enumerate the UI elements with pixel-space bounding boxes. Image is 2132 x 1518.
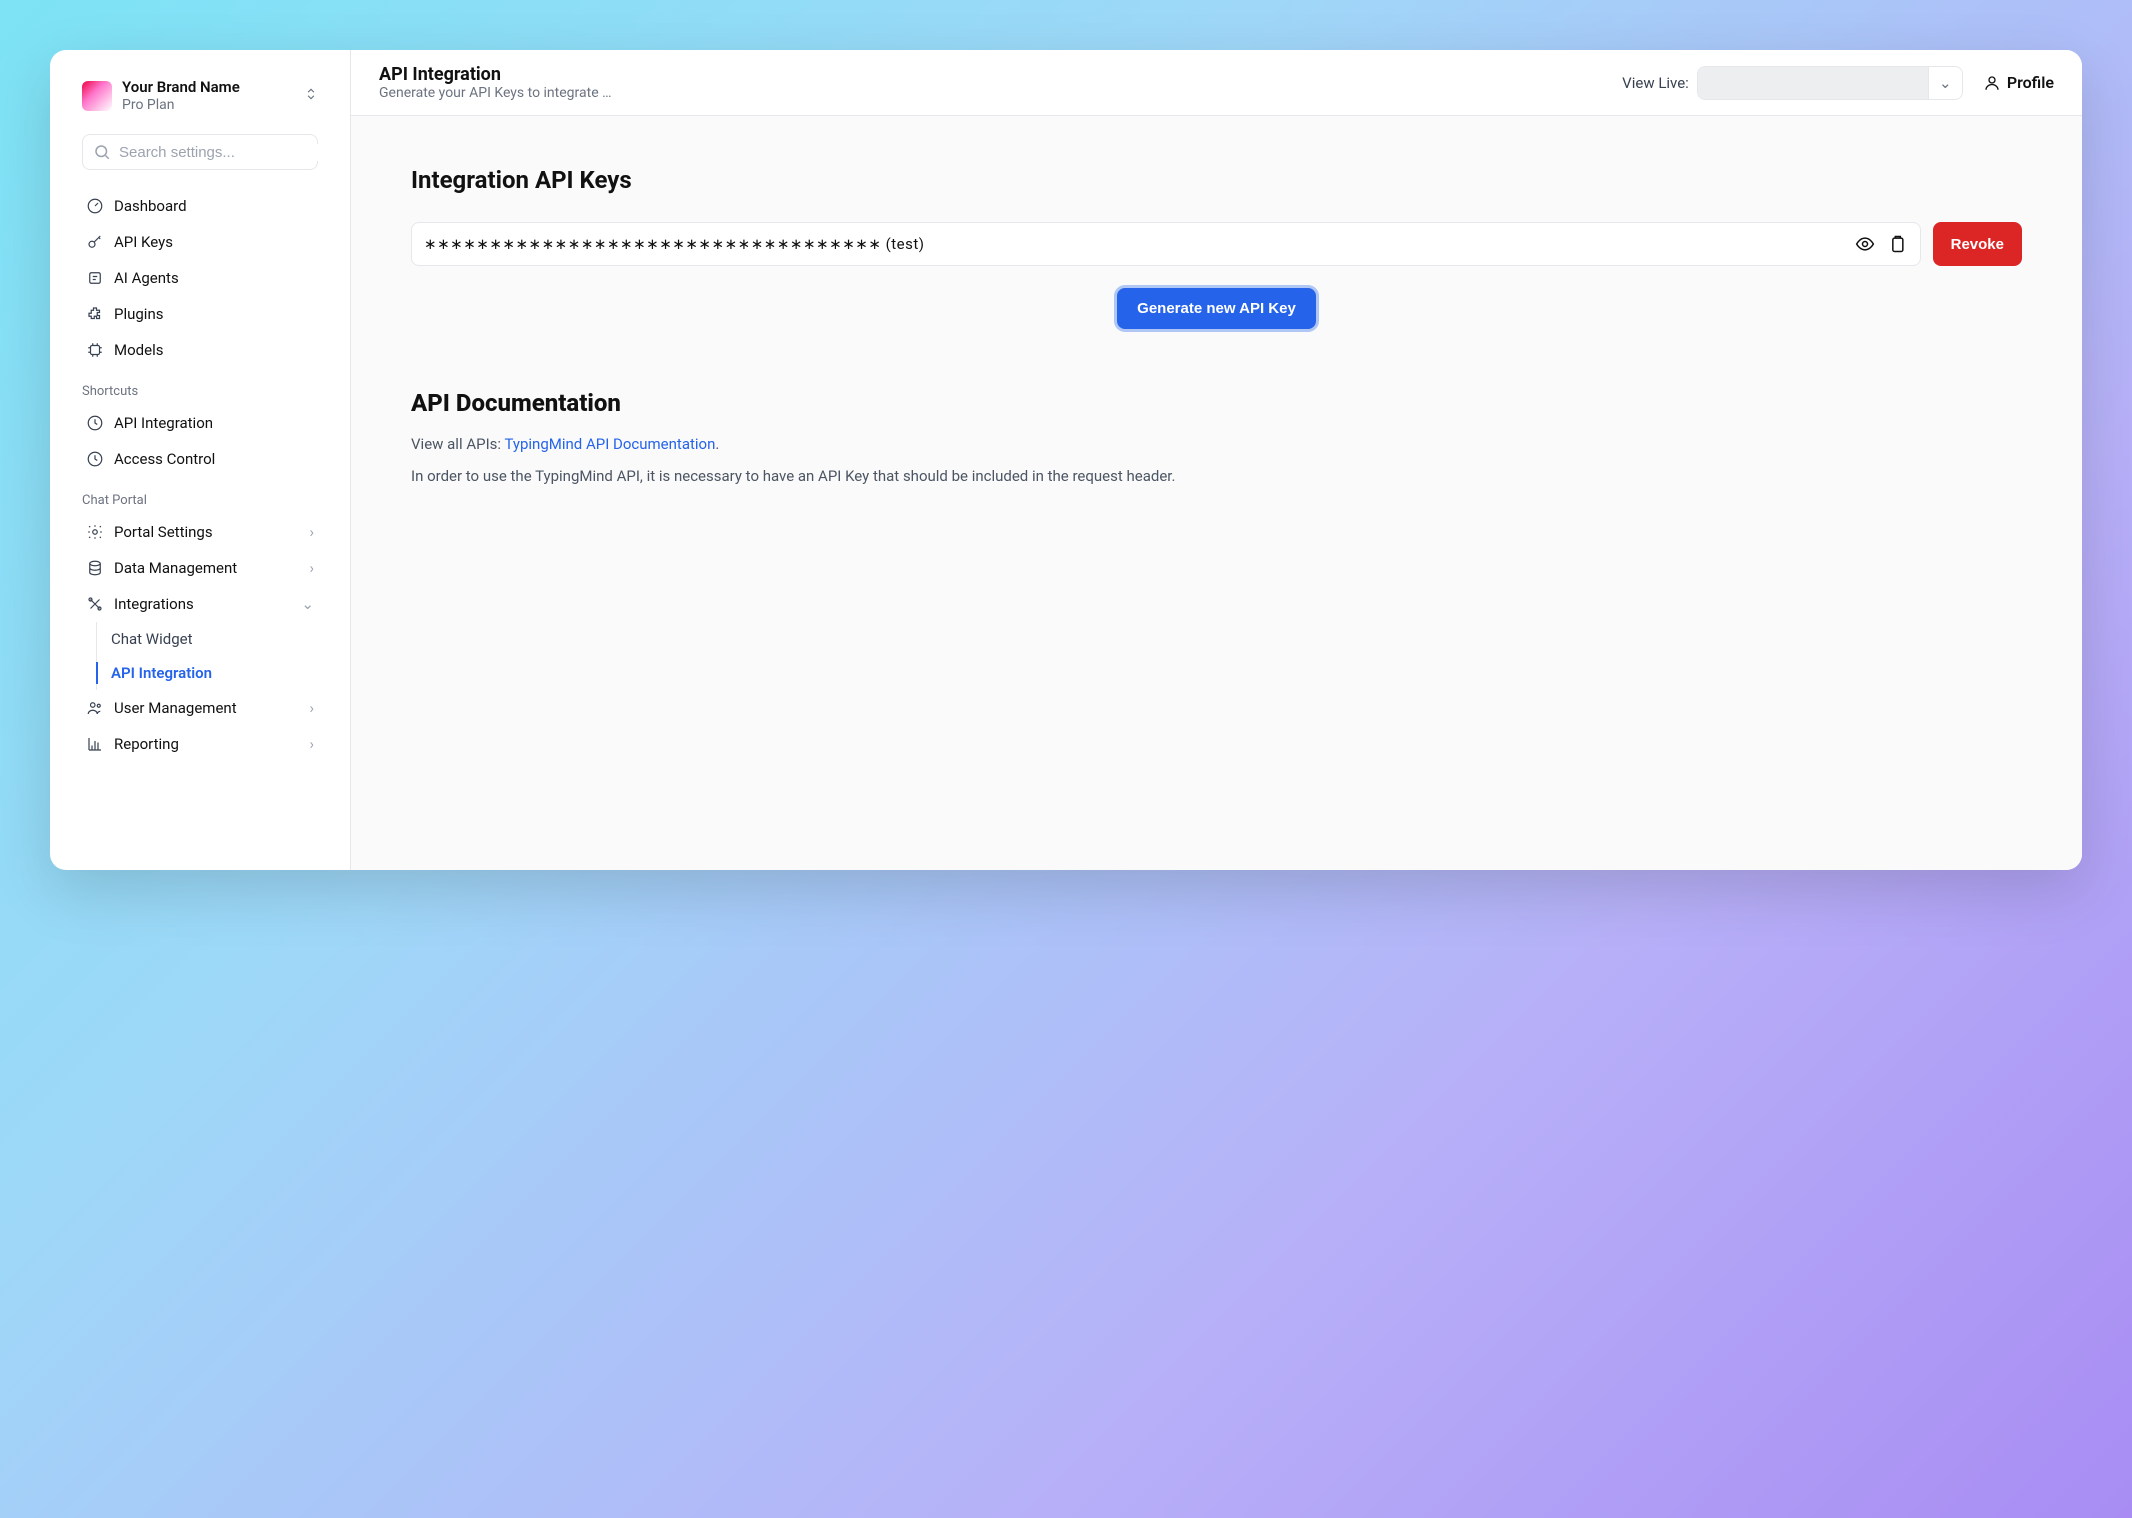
docs-body: In order to use the TypingMind API, it i… bbox=[411, 467, 2022, 485]
puzzle-icon bbox=[86, 305, 104, 323]
search-box[interactable] bbox=[82, 134, 318, 170]
chart-icon bbox=[86, 735, 104, 753]
reveal-key-button[interactable] bbox=[1854, 233, 1876, 255]
eye-icon bbox=[1855, 234, 1875, 254]
profile-button[interactable]: Profile bbox=[1983, 73, 2054, 92]
topbar: API Integration Generate your API Keys t… bbox=[351, 50, 2082, 116]
nav-reporting[interactable]: Reporting › bbox=[74, 726, 326, 762]
chevron-right-icon: › bbox=[309, 559, 314, 577]
app-window: Your Brand Name Pro Plan Dashboard API K… bbox=[50, 50, 2082, 870]
sub-chat-widget[interactable]: Chat Widget bbox=[97, 622, 326, 656]
nav-label: AI Agents bbox=[114, 269, 314, 287]
nav-dashboard[interactable]: Dashboard bbox=[74, 188, 326, 224]
gauge-icon bbox=[86, 197, 104, 215]
section-chatportal-label: Chat Portal bbox=[50, 477, 350, 514]
view-live-label: View Live: bbox=[1622, 74, 1689, 92]
docs-intro-suffix: . bbox=[715, 435, 719, 453]
brand-logo bbox=[82, 81, 112, 111]
sub-api-integration[interactable]: API Integration bbox=[97, 656, 326, 690]
key-icon bbox=[86, 233, 104, 251]
nav-label: API Keys bbox=[114, 233, 314, 251]
nav-models[interactable]: Models bbox=[74, 332, 326, 368]
nav-label: Access Control bbox=[114, 450, 314, 468]
nav-portal-settings[interactable]: Portal Settings › bbox=[74, 514, 326, 550]
view-live-select[interactable]: ⌄ bbox=[1697, 66, 1963, 100]
nav-main: Dashboard API Keys AI Agents Plugins Mod… bbox=[50, 188, 350, 368]
page-title: API Integration bbox=[379, 64, 1602, 85]
user-icon bbox=[1983, 74, 2001, 92]
database-icon bbox=[86, 559, 104, 577]
section-api-keys-title: Integration API Keys bbox=[411, 166, 2022, 194]
nav-data-management[interactable]: Data Management › bbox=[74, 550, 326, 586]
api-key-value: ∗∗∗∗∗∗∗∗∗∗∗∗∗∗∗∗∗∗∗∗∗∗∗∗∗∗∗∗∗∗∗∗∗∗∗ (tes… bbox=[424, 235, 1844, 253]
chevron-down-icon[interactable]: ⌄ bbox=[1928, 67, 1962, 99]
content: Integration API Keys ∗∗∗∗∗∗∗∗∗∗∗∗∗∗∗∗∗∗∗… bbox=[351, 116, 2082, 870]
brand-plan: Pro Plan bbox=[122, 97, 304, 115]
docs-intro-prefix: View all APIs: bbox=[411, 435, 504, 453]
nav-chat-portal: Portal Settings › Data Management › Inte… bbox=[50, 514, 350, 762]
gear-icon bbox=[86, 523, 104, 541]
nav-shortcut-api-integration[interactable]: API Integration bbox=[74, 405, 326, 441]
clipboard-icon bbox=[1887, 234, 1907, 254]
chevron-down-icon: ⌄ bbox=[301, 595, 314, 613]
nav-label: Integrations bbox=[114, 595, 291, 613]
nav-user-management[interactable]: User Management › bbox=[74, 690, 326, 726]
clock-icon bbox=[86, 450, 104, 468]
chevron-right-icon: › bbox=[309, 699, 314, 717]
nav-label: User Management bbox=[114, 699, 299, 717]
view-live: View Live: ⌄ bbox=[1622, 66, 1963, 100]
agent-icon bbox=[86, 269, 104, 287]
nav-label: Plugins bbox=[114, 305, 314, 323]
chevron-right-icon: › bbox=[309, 735, 314, 753]
chevron-right-icon: › bbox=[309, 523, 314, 541]
nav-shortcuts: API Integration Access Control bbox=[50, 405, 350, 477]
api-key-field: ∗∗∗∗∗∗∗∗∗∗∗∗∗∗∗∗∗∗∗∗∗∗∗∗∗∗∗∗∗∗∗∗∗∗∗ (tes… bbox=[411, 222, 1921, 266]
brand-text: Your Brand Name Pro Plan bbox=[122, 78, 304, 114]
nav-api-keys[interactable]: API Keys bbox=[74, 224, 326, 260]
search-input[interactable] bbox=[119, 144, 318, 161]
clock-icon bbox=[86, 414, 104, 432]
docs-link[interactable]: TypingMind API Documentation bbox=[504, 435, 715, 453]
search-icon bbox=[93, 143, 111, 161]
revoke-button[interactable]: Revoke bbox=[1933, 222, 2022, 266]
nav-label: API Integration bbox=[114, 414, 314, 432]
brand-switcher[interactable]: Your Brand Name Pro Plan bbox=[50, 78, 350, 134]
nav-ai-agents[interactable]: AI Agents bbox=[74, 260, 326, 296]
nav-label: Data Management bbox=[114, 559, 299, 577]
view-live-field[interactable] bbox=[1698, 67, 1928, 99]
nav-label: Portal Settings bbox=[114, 523, 299, 541]
nav-plugins[interactable]: Plugins bbox=[74, 296, 326, 332]
section-shortcuts-label: Shortcuts bbox=[50, 368, 350, 405]
sidebar: Your Brand Name Pro Plan Dashboard API K… bbox=[50, 50, 350, 870]
copy-key-button[interactable] bbox=[1886, 233, 1908, 255]
profile-label: Profile bbox=[2007, 73, 2054, 92]
api-key-row: ∗∗∗∗∗∗∗∗∗∗∗∗∗∗∗∗∗∗∗∗∗∗∗∗∗∗∗∗∗∗∗∗∗∗∗ (tes… bbox=[411, 222, 2022, 266]
section-docs-title: API Documentation bbox=[411, 389, 2022, 417]
chevron-up-down-icon[interactable] bbox=[304, 87, 318, 105]
main: API Integration Generate your API Keys t… bbox=[350, 50, 2082, 870]
brand-name: Your Brand Name bbox=[122, 78, 304, 97]
generate-api-key-button[interactable]: Generate new API Key bbox=[1117, 288, 1316, 329]
users-icon bbox=[86, 699, 104, 717]
integrations-children: Chat Widget API Integration bbox=[96, 622, 326, 690]
tools-icon bbox=[86, 595, 104, 613]
page-subtitle: Generate your API Keys to integrate … bbox=[379, 85, 619, 101]
nav-label: Models bbox=[114, 341, 314, 359]
chip-icon bbox=[86, 341, 104, 359]
docs-intro: View all APIs: TypingMind API Documentat… bbox=[411, 435, 2022, 453]
nav-integrations[interactable]: Integrations ⌄ bbox=[74, 586, 326, 622]
nav-label: Reporting bbox=[114, 735, 299, 753]
nav-shortcut-access-control[interactable]: Access Control bbox=[74, 441, 326, 477]
nav-label: Dashboard bbox=[114, 197, 314, 215]
